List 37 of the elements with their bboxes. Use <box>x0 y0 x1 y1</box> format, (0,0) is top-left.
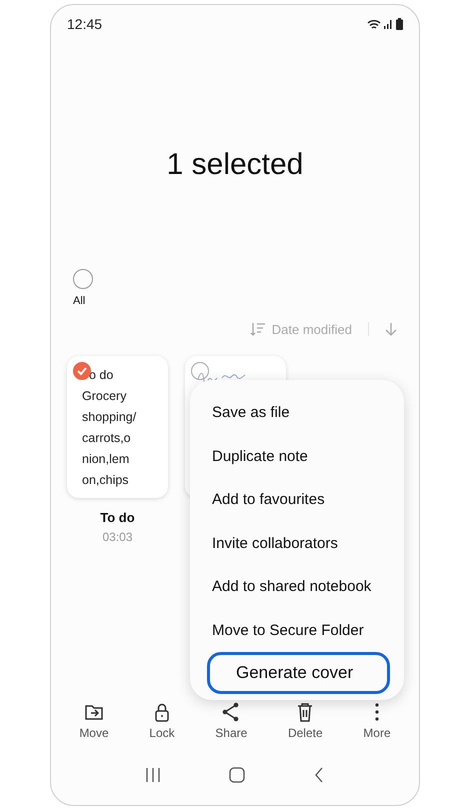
select-all-label: All <box>73 295 86 307</box>
share-button[interactable]: Share <box>215 701 248 751</box>
recents-icon[interactable] <box>145 767 161 783</box>
delete-button[interactable]: Delete <box>288 701 323 751</box>
lock-button[interactable]: Lock <box>149 701 175 751</box>
sort-icon[interactable] <box>250 322 266 336</box>
note-checkbox[interactable] <box>191 362 209 380</box>
move-button[interactable]: Move <box>79 701 109 751</box>
check-icon <box>76 366 88 376</box>
battery-icon <box>396 18 403 30</box>
note-preview-line: on,chips <box>82 472 130 489</box>
note-preview-line: carrots,o <box>82 430 132 447</box>
note-preview-line: Grocery <box>82 388 128 405</box>
note-card[interactable]: o do Grocery shopping/ carrots,o nion,lem on,chips <box>67 356 168 498</box>
home-icon[interactable] <box>229 767 245 783</box>
menu-item[interactable]: Generate cover <box>207 652 390 694</box>
menu-item[interactable]: Add to favourites <box>190 478 404 522</box>
back-icon[interactable] <box>313 767 325 783</box>
menu-item[interactable]: Add to shared notebook <box>190 565 404 608</box>
signal-icon <box>384 19 393 29</box>
menu-item[interactable]: Invite collaborators <box>190 522 404 565</box>
note-checkbox[interactable] <box>73 362 91 380</box>
more-icon <box>374 701 380 723</box>
note-time: 03:03 <box>102 530 133 544</box>
note-title: To do <box>100 510 135 525</box>
note-preview-line: nion,lem <box>82 451 130 468</box>
note-preview-line: o do <box>88 367 114 384</box>
status-time: 12:45 <box>67 16 102 32</box>
select-all-checkbox[interactable] <box>73 269 93 289</box>
note-preview-line: shopping/ <box>82 409 138 426</box>
more-button[interactable]: More <box>363 701 391 751</box>
selection-title: 1 selected <box>166 147 304 183</box>
menu-item[interactable]: Duplicate note <box>190 434 404 478</box>
menu-item[interactable]: Move to Secure Folder <box>190 608 404 652</box>
menu-item[interactable]: Save as file <box>190 391 404 434</box>
sort-direction-icon[interactable] <box>385 322 397 336</box>
wifi-icon <box>367 18 381 30</box>
